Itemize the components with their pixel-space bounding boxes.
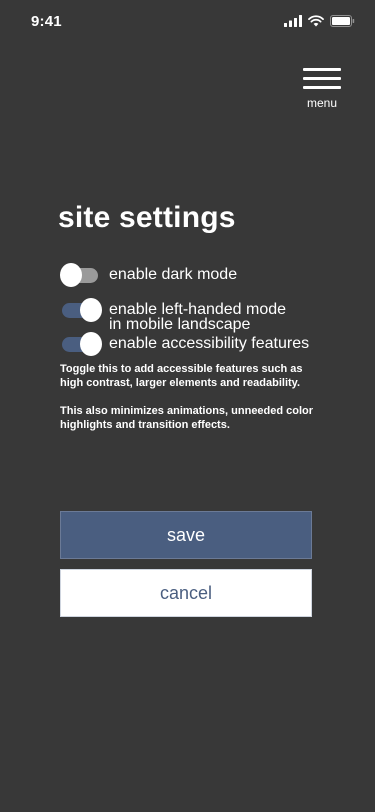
- dark-mode-toggle[interactable]: [60, 263, 102, 287]
- dark-mode-label: enable dark mode: [109, 266, 238, 283]
- accessibility-label: enable accessibility features: [109, 335, 310, 352]
- status-icons: [284, 15, 355, 27]
- menu-label: menu: [306, 96, 338, 110]
- left-handed-label: enable left-handed mode in mobile landsc…: [109, 298, 286, 333]
- dark-mode-setting: enable dark mode: [60, 263, 237, 287]
- accessibility-help-text: Toggle this to add accessible features s…: [60, 363, 303, 389]
- status-bar: 9:41: [0, 0, 375, 44]
- left-handed-setting: enable left-handed mode in mobile landsc…: [60, 298, 286, 333]
- cancel-button[interactable]: cancel: [60, 569, 312, 617]
- accessibility-help-note: This also minimizes animations, unneeded…: [60, 405, 314, 431]
- save-button[interactable]: save: [60, 511, 312, 559]
- accessibility-setting: enable accessibility features: [60, 332, 309, 356]
- cellular-signal-icon: [284, 15, 302, 27]
- battery-icon: [330, 15, 355, 27]
- left-handed-label-line2: in mobile landscape: [109, 316, 251, 333]
- status-time: 9:41: [31, 13, 62, 30]
- menu-button[interactable]: menu: [300, 66, 344, 112]
- wifi-icon: [308, 15, 324, 27]
- accessibility-toggle[interactable]: [60, 332, 102, 356]
- page-title: site settings: [58, 201, 236, 234]
- left-handed-toggle[interactable]: [60, 298, 102, 322]
